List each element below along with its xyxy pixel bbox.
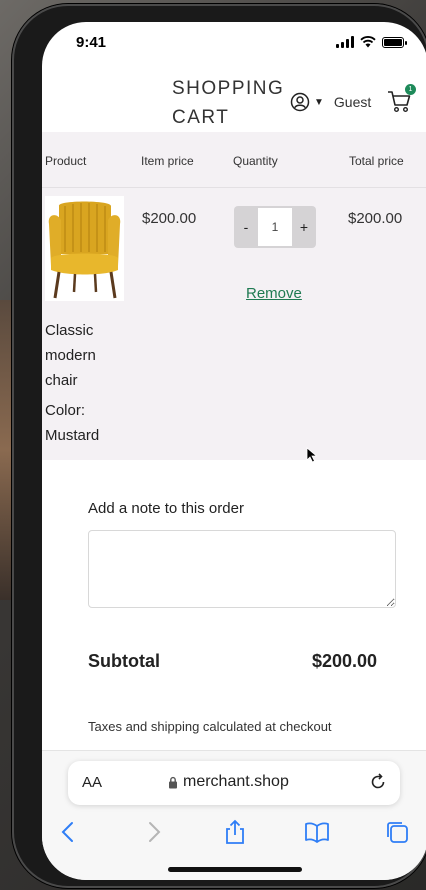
tax-shipping-note: Taxes and shipping calculated at checkou… — [88, 719, 332, 734]
url-text: merchant.shop — [183, 773, 289, 790]
user-icon — [290, 92, 310, 112]
battery-icon — [382, 36, 407, 48]
store-header: SHOPPING CART ▼ Guest 1 — [42, 66, 426, 132]
cart-table: Product Item price Quantity Total price — [42, 132, 426, 460]
product-image[interactable] — [45, 196, 124, 301]
share-icon[interactable] — [222, 819, 248, 845]
url-display[interactable]: merchant.shop — [168, 773, 289, 791]
bookmarks-icon[interactable] — [304, 819, 330, 845]
reload-icon[interactable] — [368, 772, 388, 792]
signal-icon — [336, 36, 354, 48]
product-variant: Color: Mustard — [45, 398, 125, 448]
lock-icon — [169, 776, 177, 788]
status-icons — [336, 36, 407, 48]
item-price: $200.00 — [142, 210, 197, 227]
table-row: $200.00 - 1 + $200.00 Remove Classic mod… — [42, 188, 426, 460]
back-icon[interactable] — [56, 819, 82, 845]
mouse-cursor-icon — [306, 447, 318, 463]
subtotal-value: $200.00 — [312, 651, 378, 671]
cart-count-badge: 1 — [405, 84, 416, 95]
browser-toolbar — [42, 815, 426, 851]
variant-value: Mustard — [45, 427, 100, 444]
cart-button[interactable]: 1 — [386, 84, 416, 114]
wifi-icon — [360, 36, 376, 48]
order-note-label: Add a note to this order — [88, 500, 244, 517]
decrement-button[interactable]: - — [234, 219, 258, 235]
product-name[interactable]: Classic modern chair — [45, 318, 125, 393]
quantity-input[interactable]: 1 — [258, 208, 292, 246]
browser-bar: AA merchant.shop — [42, 750, 426, 880]
remove-link[interactable]: Remove — [246, 285, 302, 302]
quantity-stepper: - 1 + — [234, 206, 316, 248]
increment-button[interactable]: + — [292, 219, 316, 235]
account-label: Guest — [333, 94, 372, 110]
address-bar[interactable]: AA merchant.shop — [68, 761, 400, 805]
caret-down-icon: ▼ — [314, 96, 324, 108]
order-note-field[interactable] — [88, 530, 396, 608]
subtotal-label: Subtotal — [88, 651, 160, 671]
total-price: $200.00 — [348, 210, 403, 227]
column-header-item-price: Item price — [141, 154, 194, 168]
forward-icon[interactable] — [140, 819, 166, 845]
phone-frame: 9:41 SHOPPING CART ▼ Guest 1 Product Ite… — [12, 4, 426, 888]
status-time: 9:41 — [76, 34, 107, 51]
page-title: SHOPPING CART — [172, 78, 285, 128]
variant-label: Color: — [45, 402, 86, 419]
tabs-icon[interactable] — [384, 819, 410, 845]
text-size-button[interactable]: AA — [82, 774, 102, 791]
account-menu[interactable]: ▼ Guest — [290, 92, 371, 112]
column-header-quantity: Quantity — [233, 154, 278, 168]
chair-image — [48, 201, 121, 299]
column-header-total-price: Total price — [349, 154, 404, 168]
table-header: Product Item price Quantity Total price — [42, 132, 426, 188]
column-header-product: Product — [45, 154, 87, 168]
phone-screen: 9:41 SHOPPING CART ▼ Guest 1 Product Ite… — [42, 22, 426, 880]
home-indicator — [168, 867, 302, 872]
status-bar: 9:41 — [42, 22, 426, 66]
